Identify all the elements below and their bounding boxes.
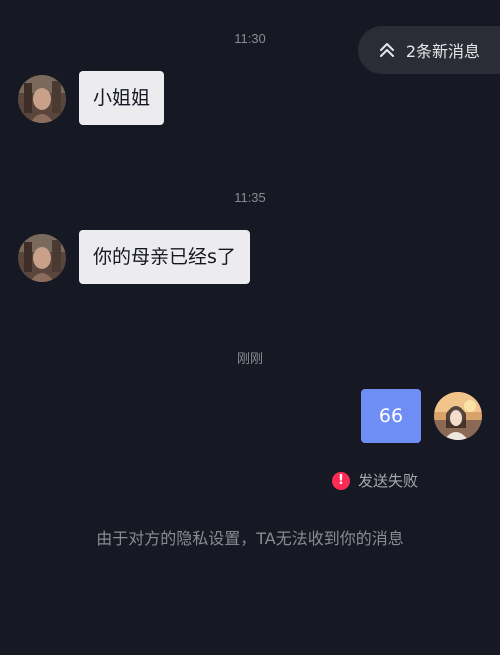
message-bubble-incoming: 小姐姐 xyxy=(79,71,165,125)
contact-avatar[interactable] xyxy=(18,234,66,282)
message-timestamp: 11:35 xyxy=(234,190,266,205)
alert-icon: ! xyxy=(332,471,350,490)
message-bubble-incoming: 你的母亲已经s了 xyxy=(79,230,250,284)
message-bubble-outgoing: 66 xyxy=(361,389,421,443)
user-avatar[interactable] xyxy=(434,392,482,440)
privacy-system-note: 由于对方的隐私设置，TA无法收到你的消息 xyxy=(96,529,404,548)
send-failed-label: 发送失败 xyxy=(358,472,419,490)
message-timestamp: 刚刚 xyxy=(236,351,263,366)
contact-avatar[interactable] xyxy=(18,75,66,123)
send-failed-status[interactable]: ! 发送失败 xyxy=(332,470,418,491)
message-timestamp: 11:30 xyxy=(234,31,266,46)
